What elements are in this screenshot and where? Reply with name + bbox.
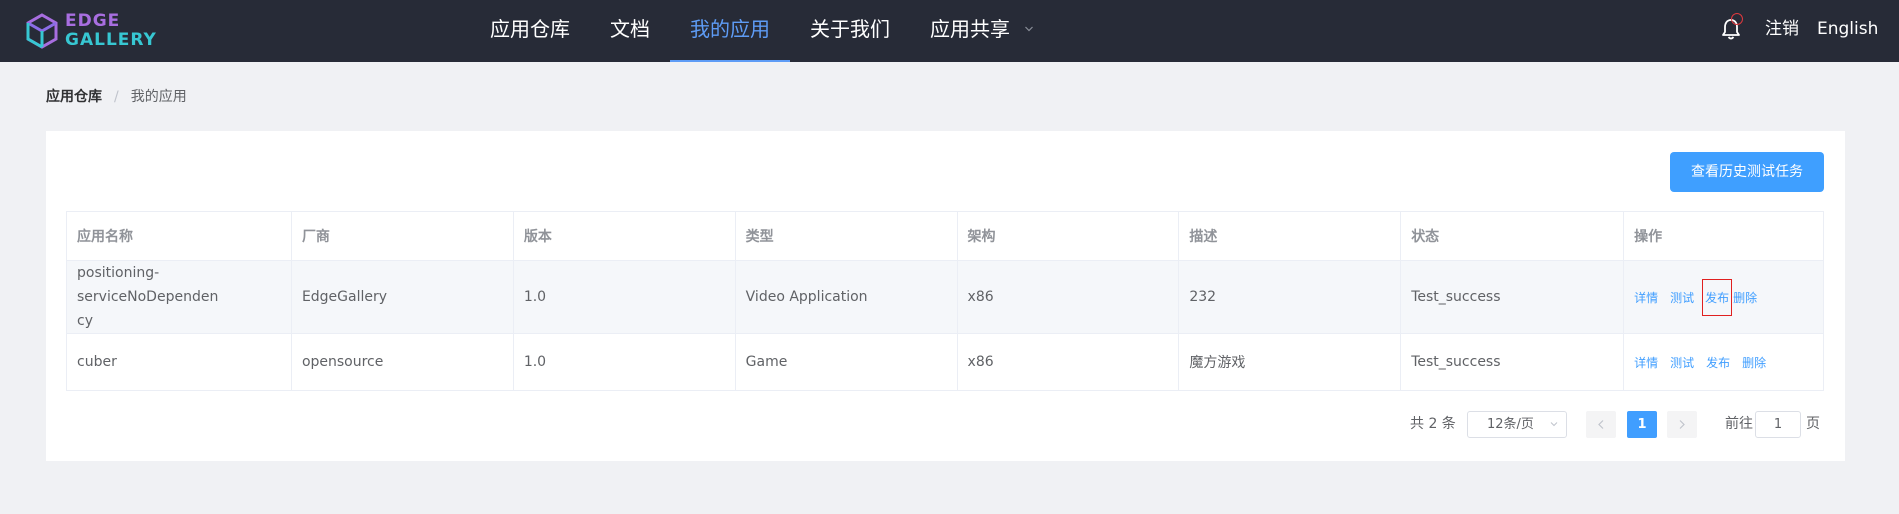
cell-version: 1.0 [512,333,736,391]
cube-logo-icon [26,13,58,49]
view-test-history-button[interactable]: 查看历史测试任务 [1670,152,1824,192]
nav-app-store[interactable]: 应用仓库 [488,0,572,62]
page-suffix: 页 [1806,416,1820,432]
delete-link[interactable]: 删除 [1733,289,1757,306]
col-type: 类型 [734,211,958,261]
publish-link[interactable]: 发布 [1706,354,1730,371]
chevron-right-icon [1679,420,1685,429]
logo-text: EDGE GALLERY [65,12,157,50]
page-size-value: 12条/页 [1487,417,1534,432]
chevron-left-icon [1598,420,1604,429]
cell-vendor: EdgeGallery [290,260,514,334]
language-switch[interactable]: English [1817,0,1878,58]
prev-page-button[interactable] [1586,411,1616,438]
cell-desc: 232 [1178,260,1402,334]
table-row: positioning-serviceNoDependen cy EdgeGal… [66,260,1824,334]
next-page-button[interactable] [1667,411,1697,438]
test-link[interactable]: 测试 [1670,354,1694,371]
page-number-button[interactable]: 1 [1627,411,1657,438]
page-size-select[interactable]: 12条/页 [1467,411,1567,438]
nav-docs[interactable]: 文档 [606,0,654,62]
detail-link[interactable]: 详情 [1634,354,1658,371]
col-status: 状态 [1400,211,1625,261]
cell-actions: 详情 测试 发布 删除 [1623,260,1824,334]
cell-desc: 魔方游戏 [1178,333,1402,391]
my-apps-table: 应用名称 厂商 版本 类型 架构 描述 状态 操作 positioning-se… [66,211,1824,391]
cell-arch: x86 [956,260,1180,334]
col-vendor: 厂商 [290,211,514,261]
cell-app-name: cuber [66,333,292,391]
app-name-line2: cy [77,313,93,329]
col-version: 版本 [512,211,736,261]
goto-page-input[interactable]: 1 [1755,411,1801,438]
goto-label: 前往 [1725,416,1753,432]
publish-link[interactable]: 发布 [1702,278,1733,316]
col-app-name: 应用名称 [66,211,292,261]
cell-type: Video Application [734,260,958,334]
top-header: EDGE GALLERY 应用仓库 文档 我的应用 关于我们 应用共享 注销 E… [0,0,1899,62]
notification-badge [1731,13,1743,25]
logo-line1: EDGE [65,11,121,31]
nav-about-us[interactable]: 关于我们 [808,0,892,62]
cell-actions: 详情 测试 发布 删除 [1623,333,1824,391]
delete-link[interactable]: 删除 [1742,354,1766,371]
breadcrumb: 应用仓库 / 我的应用 [46,88,187,106]
col-actions: 操作 [1623,211,1824,261]
cell-vendor: opensource [290,333,514,391]
logo-line2: GALLERY [65,30,157,50]
test-link[interactable]: 测试 [1670,289,1694,306]
table-row: cuber opensource 1.0 Game x86 魔方游戏 Test_… [66,333,1824,391]
cell-status: Test_success [1400,260,1625,334]
breadcrumb-separator: / [114,89,119,105]
breadcrumb-my-apps: 我的应用 [130,89,187,105]
chevron-down-icon [1550,422,1558,427]
chevron-down-icon[interactable] [1024,24,1034,34]
cell-status: Test_success [1400,333,1625,391]
detail-link[interactable]: 详情 [1634,289,1658,306]
breadcrumb-app-store[interactable]: 应用仓库 [46,88,102,106]
table-header-row: 应用名称 厂商 版本 类型 架构 描述 状态 操作 [66,211,1824,261]
logout-link[interactable]: 注销 [1765,0,1799,58]
cell-arch: x86 [956,333,1180,391]
app-name-line1: positioning-serviceNoDependen [77,265,219,305]
col-arch: 架构 [956,211,1180,261]
col-desc: 描述 [1178,211,1402,261]
edgegallery-logo[interactable]: EDGE GALLERY [26,12,157,50]
cell-app-name: positioning-serviceNoDependen cy [66,260,292,334]
cell-type: Game [734,333,958,391]
nav-my-apps[interactable]: 我的应用 [670,0,790,62]
pagination-total: 共 2 条 [1410,416,1456,432]
nav-app-share[interactable]: 应用共享 [928,0,1012,62]
cell-version: 1.0 [512,260,736,334]
